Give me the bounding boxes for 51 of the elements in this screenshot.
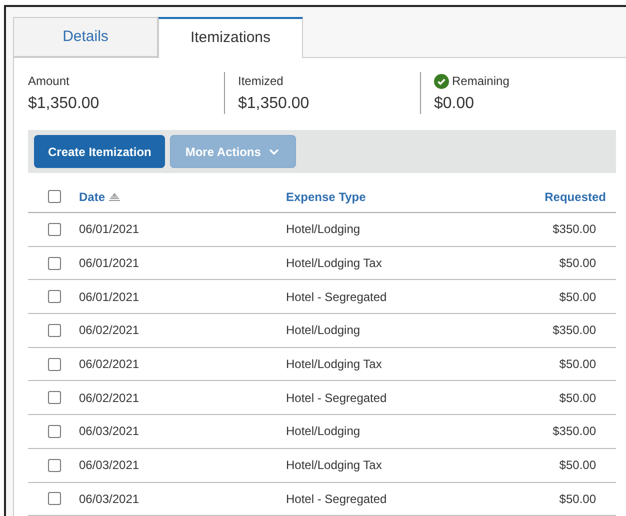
table-cell-text: Hotel/Lodging	[286, 423, 362, 440]
checkbox[interactable]	[48, 391, 61, 404]
table-cell-text: Hotel/Lodging Tax	[286, 457, 383, 474]
checkbox[interactable]	[48, 256, 61, 270]
table-cell-text: $50.00	[558, 288, 597, 306]
column-header[interactable]: Date	[79, 188, 106, 206]
table-cell-text: Hotel - Segregated	[286, 490, 388, 508]
tab[interactable]: Details	[13, 17, 158, 57]
summary-value: $1,350.00	[238, 94, 310, 114]
table-cell-text: 06/03/2021	[79, 490, 140, 508]
column-header[interactable]: Expense Type	[286, 190, 366, 204]
table-cell-text: Hotel/Lodging	[286, 322, 362, 340]
toolbar-button[interactable]: Create Itemization	[34, 135, 166, 168]
table-cell-text: $350.00	[552, 221, 597, 238]
sort-icon	[109, 192, 120, 200]
table-cell-text: Hotel/Lodging Tax	[286, 255, 383, 272]
checkbox[interactable]	[48, 222, 61, 236]
column-header[interactable]: Requested	[544, 188, 606, 206]
checkbox[interactable]	[48, 290, 61, 304]
table-cell-text: $350.00	[552, 322, 597, 340]
table-cell-text: Hotel - Segregated	[286, 390, 388, 407]
summary-label: Itemized	[238, 73, 284, 90]
table-cell-text: $350.00	[552, 423, 597, 440]
checkbox[interactable]	[48, 190, 61, 203]
table-cell-text: $50.00	[558, 490, 597, 508]
table-cell-text: Hotel/Lodging	[286, 221, 362, 238]
summary-label: Remaining	[452, 73, 510, 90]
table-cell-text: $50.00	[558, 457, 597, 474]
table-cell-text: $50.00	[558, 356, 597, 374]
checkbox[interactable]	[48, 424, 61, 438]
checkbox[interactable]	[48, 324, 61, 337]
summary-value: $1,350.00	[28, 94, 100, 114]
check-circle-icon	[434, 74, 449, 88]
table-cell-text: $50.00	[558, 255, 597, 272]
tab[interactable]: Itemizations	[158, 17, 303, 58]
table-cell-text: Hotel/Lodging Tax	[286, 356, 383, 374]
table-cell-text: 06/01/2021	[79, 288, 140, 306]
table-cell-text: 06/02/2021	[79, 322, 140, 340]
table-cell-text: $50.00	[558, 390, 597, 407]
summary-label: Amount	[28, 73, 70, 90]
table-cell-text: 06/01/2021	[79, 255, 140, 272]
checkbox[interactable]	[48, 492, 61, 506]
table-cell-text: 06/02/2021	[79, 356, 140, 374]
table-cell-text: 06/01/2021	[79, 221, 140, 238]
table-cell-text: 06/02/2021	[79, 390, 140, 407]
checkbox[interactable]	[48, 458, 61, 472]
summary-value: $0.00	[434, 94, 476, 114]
checkbox[interactable]	[48, 358, 61, 371]
table-cell-text: Hotel - Segregated	[286, 288, 388, 306]
table-cell-text: 06/03/2021	[79, 423, 140, 440]
table-cell-text: 06/03/2021	[79, 457, 140, 474]
